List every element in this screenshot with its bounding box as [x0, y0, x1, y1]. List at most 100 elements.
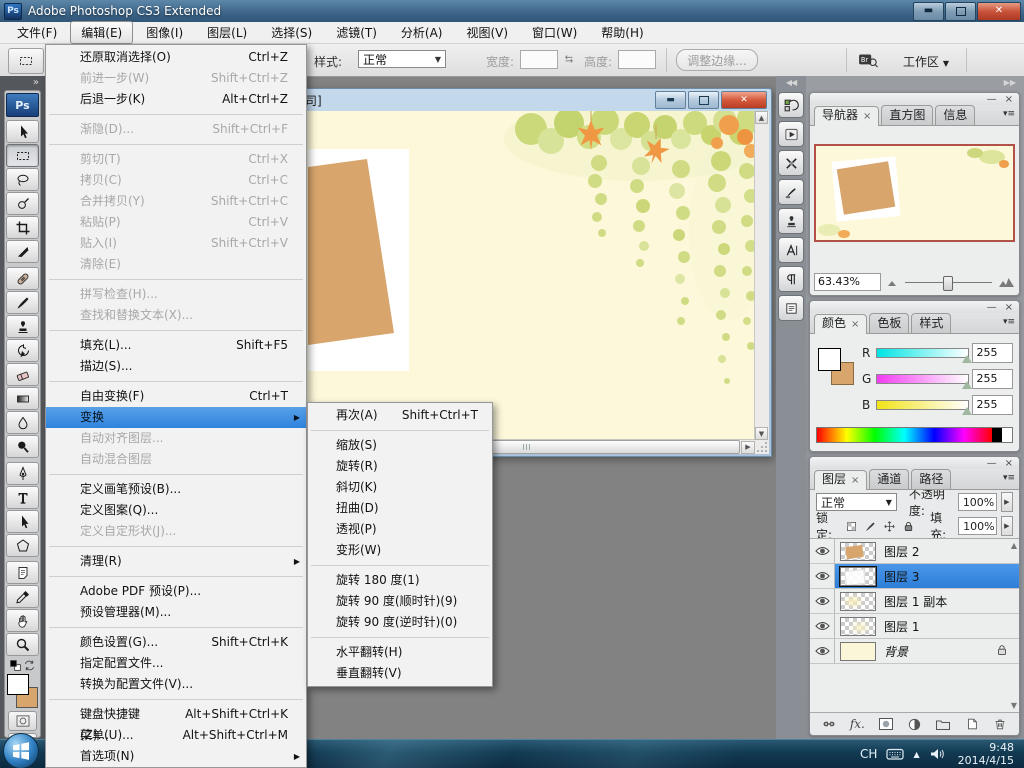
layer-comps[interactable]: [778, 295, 804, 321]
transform-item-10[interactable]: 旋转 90 度(顺时针)(9) ▶: [308, 591, 492, 612]
edit-menu-item-21[interactable]: 自动对齐图层... ▶: [46, 428, 306, 449]
slider-thumb-icon[interactable]: [961, 407, 972, 415]
document-titlebar[interactable]: 司] ▬ ✕: [297, 89, 771, 111]
strip-expand-icon[interactable]: ◀◀: [776, 76, 806, 89]
pen-tool[interactable]: [6, 462, 39, 485]
layer-row-3[interactable]: 图层 1: [810, 614, 1019, 639]
clock[interactable]: 9:48 2014/4/15: [958, 741, 1014, 767]
panel-minimize-icon[interactable]: —: [987, 458, 997, 469]
language-indicator[interactable]: CH: [860, 747, 877, 761]
panel-minimize-icon[interactable]: —: [987, 302, 997, 313]
transform-item-9[interactable]: 旋转 180 度(1) ▶: [308, 570, 492, 591]
layer-style-icon[interactable]: fx.: [849, 716, 867, 732]
edit-menu-item-4[interactable]: 渐隐(D)... Shift+Ctrl+F ▶: [46, 119, 306, 140]
edit-menu-item-10[interactable]: 贴入(I) Shift+Ctrl+V ▶: [46, 233, 306, 254]
edit-menu-item-30[interactable]: Adobe PDF 预设(P)... ▶: [46, 581, 306, 602]
scroll-down-icon[interactable]: ▼: [1011, 701, 1017, 710]
healing-brush-tool[interactable]: [6, 267, 39, 290]
menubar-item-0[interactable]: 文件(F): [6, 21, 68, 44]
edit-menu-item-14[interactable]: 查找和替换文本(X)... ▶: [46, 305, 306, 326]
transform-item-7[interactable]: 变形(W) ▶: [308, 540, 492, 561]
edit-menu-item-1[interactable]: 前进一步(W) Shift+Ctrl+Z ▶: [46, 68, 306, 89]
zoom-tool[interactable]: [6, 633, 39, 656]
transform-item-4[interactable]: 斜切(K) ▶: [308, 477, 492, 498]
move-tool[interactable]: [6, 120, 39, 143]
transform-item-6[interactable]: 透视(P) ▶: [308, 519, 492, 540]
layer-row-1[interactable]: 图层 3: [810, 564, 1019, 589]
zoom-out-icon[interactable]: [887, 277, 899, 287]
adjustment-layer-icon[interactable]: [906, 716, 924, 732]
scroll-up-icon[interactable]: ▲: [1011, 541, 1017, 550]
new-group-icon[interactable]: [934, 716, 952, 732]
edit-menu-item-39[interactable]: 首选项(N) ▶: [46, 746, 306, 767]
tool-preset-button[interactable]: [8, 48, 44, 74]
edit-menu-item-25[interactable]: 定义图案(Q)... ▶: [46, 500, 306, 521]
layer-thumbnail[interactable]: [840, 641, 876, 661]
edit-menu-item-17[interactable]: 描边(S)... ▶: [46, 356, 306, 377]
layer-mask-icon[interactable]: [877, 716, 895, 732]
menubar-item-2[interactable]: 图像(I): [135, 21, 194, 44]
new-layer-icon[interactable]: [963, 716, 981, 732]
scroll-down-icon[interactable]: ▼: [755, 427, 768, 440]
visibility-toggle[interactable]: [810, 639, 835, 663]
transform-item-5[interactable]: 扭曲(D) ▶: [308, 498, 492, 519]
edit-menu-item-28[interactable]: 清理(R) ▶: [46, 551, 306, 572]
channel-value[interactable]: 255: [971, 343, 1013, 363]
rectangular-marquee-tool[interactable]: [6, 144, 39, 167]
menubar-item-9[interactable]: 帮助(H): [590, 21, 654, 44]
transform-item-2[interactable]: 缩放(S) ▶: [308, 435, 492, 456]
maximize-button[interactable]: [945, 1, 976, 21]
layer-row-4[interactable]: 背景: [810, 639, 1019, 664]
quick-selection-tool[interactable]: [6, 192, 39, 215]
crop-tool[interactable]: [6, 216, 39, 239]
shape-tool[interactable]: [6, 534, 39, 557]
color-tab-2[interactable]: 样式×: [911, 313, 952, 333]
foreground-color-swatch[interactable]: [818, 348, 841, 371]
edit-menu-item-13[interactable]: 拼写检查(H)... ▶: [46, 284, 306, 305]
scroll-up-icon[interactable]: ▲: [755, 111, 768, 124]
edit-menu-item-9[interactable]: 粘贴(P) Ctrl+V ▶: [46, 212, 306, 233]
zoom-in-icon[interactable]: [998, 276, 1015, 288]
blur-tool[interactable]: [6, 411, 39, 434]
edit-menu-item-33[interactable]: 颜色设置(G)... Shift+Ctrl+K ▶: [46, 632, 306, 653]
lock-position-icon[interactable]: [882, 519, 897, 534]
brush-tool[interactable]: [6, 291, 39, 314]
doc-close-button[interactable]: ✕: [721, 91, 767, 109]
hand-tool[interactable]: [6, 609, 39, 632]
dock-collapse-icon[interactable]: ▶▶: [806, 76, 1024, 89]
navigator-tab-0[interactable]: 导航器 ×: [814, 106, 880, 126]
edit-menu-item-2[interactable]: 后退一步(K) Alt+Ctrl+Z ▶: [46, 89, 306, 110]
edit-menu-item-7[interactable]: 拷贝(C) Ctrl+C ▶: [46, 170, 306, 191]
width-input[interactable]: [520, 50, 558, 69]
transform-item-0[interactable]: 再次(A) Shift+Ctrl+T ▶: [308, 405, 492, 426]
navigator-tab-2[interactable]: 信息×: [935, 105, 976, 125]
navigator-zoom-slider[interactable]: [905, 275, 992, 291]
transform-item-14[interactable]: 垂直翻转(V) ▶: [308, 663, 492, 684]
history-brush-tool[interactable]: [6, 339, 39, 362]
type-tool[interactable]: [6, 486, 39, 509]
dodge-tool[interactable]: [6, 435, 39, 458]
start-button[interactable]: [2, 732, 40, 768]
height-input[interactable]: [618, 50, 656, 69]
clone-stamp-tool[interactable]: [6, 315, 39, 338]
show-hidden-icons[interactable]: ▲: [913, 750, 919, 759]
menubar-item-3[interactable]: 图层(L): [196, 21, 258, 44]
swap-colors-icon[interactable]: [23, 659, 36, 672]
edit-menu-item-16[interactable]: 填充(L)... Shift+F5 ▶: [46, 335, 306, 356]
bridge-icon[interactable]: Br: [858, 51, 880, 69]
layers-tab-2[interactable]: 路径×: [911, 469, 952, 489]
transform-item-11[interactable]: 旋转 90 度(逆时针)(0) ▶: [308, 612, 492, 633]
minimize-button[interactable]: ▬: [913, 1, 944, 21]
brushes[interactable]: [778, 179, 804, 205]
menubar-item-7[interactable]: 视图(V): [455, 21, 519, 44]
paragraph[interactable]: [778, 266, 804, 292]
doc-minimize-button[interactable]: ▬: [655, 91, 686, 109]
edit-menu-item-6[interactable]: 剪切(T) Ctrl+X ▶: [46, 149, 306, 170]
slice-tool[interactable]: [6, 240, 39, 263]
edit-menu-item-34[interactable]: 指定配置文件... ▶: [46, 653, 306, 674]
channel-slider[interactable]: [875, 400, 969, 410]
panel-close-icon[interactable]: ×: [1005, 94, 1013, 105]
lock-transparency-icon[interactable]: [844, 519, 859, 534]
edit-menu-item-19[interactable]: 自由变换(F) Ctrl+T ▶: [46, 386, 306, 407]
panel-close-icon[interactable]: ×: [1005, 302, 1013, 313]
